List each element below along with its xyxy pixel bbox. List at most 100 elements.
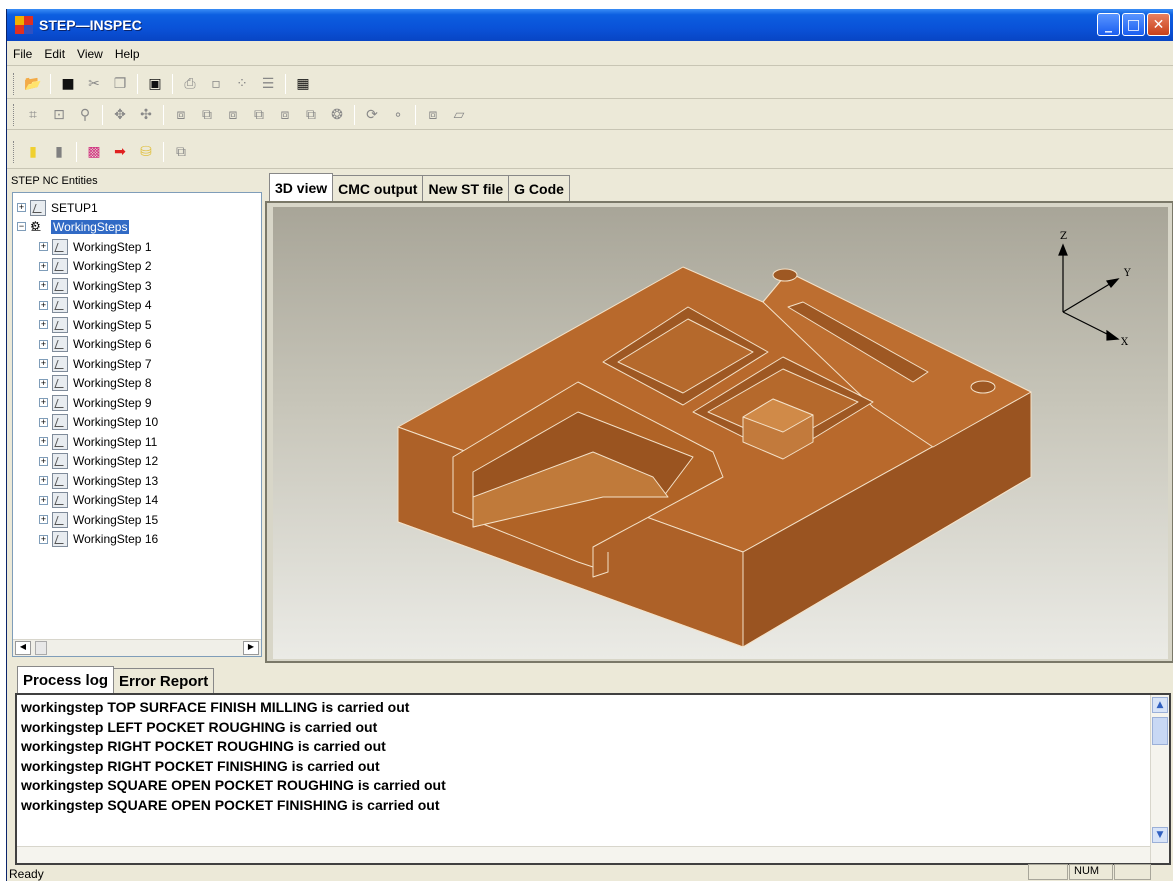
expand-icon[interactable]: + — [39, 495, 48, 505]
top-view-button[interactable]: ⧈ — [222, 104, 244, 126]
tree-horizontal-scrollbar[interactable]: ◀ ▶ — [13, 639, 261, 656]
tree-node-workingstep[interactable]: + WorkingStep 8 — [39, 374, 152, 393]
rotate-button[interactable]: ⟳ — [361, 104, 383, 126]
cut-button[interactable]: ✂ — [83, 73, 105, 95]
expand-icon[interactable]: + — [39, 515, 48, 524]
toolbar-separator — [102, 104, 103, 125]
zoom-window-button[interactable]: ⊡ — [48, 104, 70, 126]
tree-node-workingstep[interactable]: + WorkingStep 15 — [39, 510, 158, 529]
tree-node-workingstep[interactable]: + WorkingStep 13 — [39, 471, 158, 490]
expand-icon[interactable]: + — [39, 359, 48, 368]
tree-node-workingstep[interactable]: + WorkingStep 9 — [39, 393, 152, 412]
zoom-all-button[interactable]: ⌗ — [22, 104, 44, 126]
front-view-button[interactable]: ⧈ — [170, 104, 192, 126]
menu-file[interactable]: File — [7, 47, 38, 61]
expand-icon[interactable]: + — [39, 320, 48, 329]
tab-g-code[interactable]: G Code — [508, 175, 570, 201]
tree-node-workingstep[interactable]: + WorkingStep 6 — [39, 335, 152, 354]
back-view-button[interactable]: ⧉ — [196, 104, 218, 126]
tab-cmc-output[interactable]: CMC output — [332, 175, 424, 201]
tree-node-workingstep[interactable]: + WorkingStep 1 — [39, 237, 152, 256]
expand-icon[interactable]: + — [39, 261, 48, 271]
menu-view[interactable]: View — [71, 47, 109, 61]
wireframe-button[interactable]: ▱ — [448, 104, 470, 126]
expand-icon[interactable]: + — [39, 281, 48, 290]
expand-icon[interactable]: + — [39, 476, 48, 485]
details-view-button[interactable]: ▦ — [292, 73, 314, 95]
expand-icon[interactable]: + — [39, 300, 48, 310]
move-button[interactable]: ✣ — [135, 104, 157, 126]
scroll-left-icon[interactable]: ◀ — [15, 641, 31, 655]
expand-icon[interactable]: + — [39, 242, 48, 251]
maximize-button[interactable]: □ — [1122, 13, 1145, 36]
expand-icon[interactable]: + — [39, 339, 48, 349]
menu-bar: File Edit View Help — [7, 42, 1173, 66]
color-grid-button[interactable]: ▩ — [83, 141, 105, 163]
expand-icon[interactable]: + — [39, 534, 48, 544]
tree-node-workingstep[interactable]: + WorkingStep 4 — [39, 296, 152, 315]
tree-node-workingstep[interactable]: + WorkingStep 2 — [39, 257, 152, 276]
cylinder-gray-button[interactable]: ▮ — [48, 141, 70, 163]
expand-icon[interactable]: + — [39, 437, 48, 446]
print-button[interactable]: ⎙ — [179, 73, 201, 95]
paste-button[interactable]: ▣ — [144, 73, 166, 95]
axes-button[interactable]: ∘ — [387, 104, 409, 126]
tab-3d-view[interactable]: 3D view — [269, 173, 334, 201]
scroll-thumb[interactable] — [1152, 717, 1168, 745]
right-view-button[interactable]: ⧉ — [300, 104, 322, 126]
log-horizontal-scrollbar[interactable] — [17, 846, 1150, 863]
list-view-button[interactable]: ☰ — [257, 73, 279, 95]
tree-node-workingstep[interactable]: + WorkingStep 16 — [39, 530, 158, 549]
iso-view-button[interactable]: ❂ — [326, 104, 348, 126]
tree-node-workingstep[interactable]: + WorkingStep 7 — [39, 354, 152, 373]
menu-help[interactable]: Help — [109, 47, 146, 61]
arrow-red-button[interactable]: ➡ — [109, 141, 131, 163]
menu-edit[interactable]: Edit — [38, 47, 71, 61]
tree-node-workingstep[interactable]: + WorkingStep 12 — [39, 452, 158, 471]
entity-tree[interactable]: + SETUP1 − ⚙ WorkingSteps + WorkingStep 1… — [12, 192, 262, 657]
scroll-right-icon[interactable]: ▶ — [243, 641, 259, 655]
close-button[interactable]: ✕ — [1147, 13, 1170, 36]
minimize-button[interactable]: _ — [1097, 13, 1120, 36]
process-log-panel[interactable]: workingstep TOP SURFACE FINISH MILLING i… — [15, 693, 1171, 865]
large-icons-button[interactable]: ▫ — [205, 73, 227, 95]
zoom-button[interactable]: ⚲ — [74, 104, 96, 126]
tree-node-workingsteps[interactable]: − ⚙ WorkingSteps — [17, 217, 130, 236]
tree-node-setup[interactable]: + SETUP1 — [17, 198, 98, 217]
scroll-thumb[interactable] — [35, 641, 47, 655]
3d-viewport[interactable]: Z Y X — [273, 207, 1168, 659]
open-folder-button[interactable]: 📂 — [22, 73, 44, 95]
tab-error-report[interactable]: Error Report — [113, 668, 215, 694]
pan-button[interactable]: ✥ — [109, 104, 131, 126]
cylinder-button[interactable]: ⛁ — [135, 141, 157, 163]
tree-node-workingstep[interactable]: + WorkingStep 5 — [39, 315, 152, 334]
export-button[interactable]: ⧉ — [170, 141, 192, 163]
bottom-view-button[interactable]: ⧉ — [248, 104, 270, 126]
scroll-down-icon[interactable]: ▼ — [1152, 827, 1168, 843]
expand-icon[interactable]: + — [39, 417, 48, 427]
tree-node-workingstep[interactable]: + WorkingStep 3 — [39, 276, 152, 295]
toolbar-grip[interactable] — [13, 103, 16, 126]
tab-new-st-file[interactable]: New ST file — [422, 175, 510, 201]
collapse-icon[interactable]: − — [17, 222, 26, 231]
toolbar-grip[interactable] — [13, 140, 16, 163]
save-button[interactable]: ■ — [57, 73, 79, 95]
tree-node-workingstep[interactable]: + WorkingStep 14 — [39, 491, 158, 510]
cylinder-yellow-button[interactable]: ▮ — [22, 141, 44, 163]
toolbar-separator — [172, 73, 173, 94]
tree-node-workingstep[interactable]: + WorkingStep 10 — [39, 413, 158, 432]
title-bar[interactable]: STEP—INSPEC _ □ ✕ — [7, 9, 1173, 41]
scroll-up-icon[interactable]: ▲ — [1152, 697, 1168, 713]
copy-button[interactable]: ❐ — [109, 73, 131, 95]
shaded-button[interactable]: ⧈ — [422, 104, 444, 126]
expand-icon[interactable]: + — [39, 378, 48, 388]
toolbar-grip[interactable] — [13, 72, 16, 95]
log-vertical-scrollbar[interactable]: ▲ ▼ — [1150, 695, 1169, 863]
small-icons-button[interactable]: ⁘ — [231, 73, 253, 95]
expand-icon[interactable]: + — [39, 456, 48, 466]
tree-node-workingstep[interactable]: + WorkingStep 11 — [39, 432, 157, 451]
expand-icon[interactable]: + — [17, 203, 26, 212]
tab-process-log[interactable]: Process log — [17, 666, 115, 694]
expand-icon[interactable]: + — [39, 398, 48, 407]
left-view-button[interactable]: ⧈ — [274, 104, 296, 126]
